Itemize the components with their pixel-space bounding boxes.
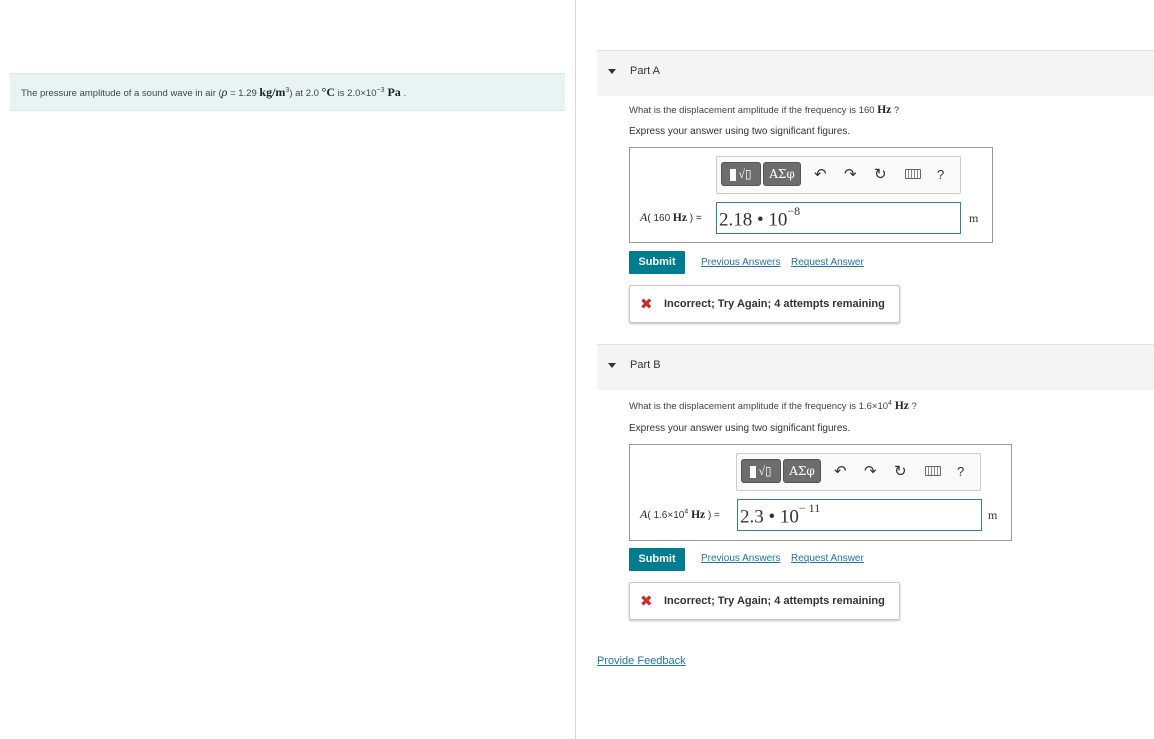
variable-unit: Hz (672, 212, 687, 224)
variable-equals: ) = (686, 213, 702, 224)
part-a-title: Part A (630, 65, 660, 77)
templates-button[interactable]: √▯ (721, 162, 761, 186)
caret-down-icon[interactable] (608, 363, 616, 368)
part-b-answer-box: √▯ ΑΣφ ↶ ↷ ↻ ? A( 1.6×104 Hz ) = 2.3 • 1… (629, 444, 1012, 541)
part-b-unit: m (988, 508, 998, 522)
part-b-previous-answers-link[interactable]: Previous Answers (701, 553, 780, 564)
provide-feedback-link[interactable]: Provide Feedback (597, 655, 686, 667)
keyboard-icon[interactable] (905, 169, 921, 179)
reset-icon[interactable]: ↻ (894, 463, 907, 481)
temperature-unit: °C (321, 85, 336, 99)
part-b-request-answer-link[interactable]: Request Answer (791, 553, 864, 564)
caret-down-icon[interactable] (608, 69, 616, 74)
question-unit: Hz (891, 400, 909, 413)
problem-statement: The pressure amplitude of a sound wave i… (10, 73, 565, 111)
part-a-instruction: Express your answer using two significan… (629, 126, 851, 137)
part-a-previous-answers-link[interactable]: Previous Answers (701, 257, 780, 268)
reset-icon[interactable]: ↻ (874, 166, 887, 184)
feedback-message: Incorrect; Try Again; 4 attempts remaini… (664, 298, 885, 310)
density-value: = 1.29 (227, 88, 260, 99)
part-b-submit-button[interactable]: Submit (629, 548, 685, 571)
answer-exponent: −8 (787, 204, 801, 218)
pressure-unit: Pa (384, 85, 401, 99)
answer-exponent: − 11 (798, 501, 821, 515)
density-unit: kg/m (259, 85, 286, 99)
incorrect-icon: ✖ (640, 296, 653, 313)
keyboard-icon[interactable] (925, 466, 941, 476)
part-b-instruction: Express your answer using two significan… (629, 423, 851, 434)
part-b-answer-input[interactable]: 2.3 • 10− 11 (737, 499, 982, 531)
part-a-request-answer-link[interactable]: Request Answer (791, 257, 864, 268)
greek-symbols-button[interactable]: ΑΣφ (783, 459, 821, 483)
part-b-feedback: ✖ Incorrect; Try Again; 4 attempts remai… (629, 582, 900, 620)
greek-symbols-button[interactable]: ΑΣφ (763, 162, 801, 186)
question-end: ? (891, 105, 900, 116)
part-a-question: What is the displacement amplitude if th… (629, 104, 899, 116)
answer-mantissa: 2.18 • 10 (719, 209, 788, 231)
problem-text-mid: ) at 2.0 (289, 88, 322, 99)
part-a-header[interactable]: Part A (597, 50, 1154, 96)
incorrect-icon: ✖ (640, 593, 653, 610)
variable-arg: ( 1.6×10 (647, 510, 685, 521)
redo-icon[interactable]: ↷ (864, 463, 877, 481)
part-a-answer-input[interactable]: 2.18 • 10−8 (716, 202, 961, 234)
help-button[interactable]: ? (937, 167, 944, 182)
variable-arg: ( 160 (647, 213, 673, 224)
answer-mantissa: 2.3 • 10 (740, 506, 799, 528)
math-toolbar: √▯ ΑΣφ ↶ ↷ ↻ ? (716, 156, 961, 194)
variable-equals: ) = (705, 510, 720, 521)
part-a-unit: m (969, 211, 979, 225)
part-a-answer-box: √▯ ΑΣφ ↶ ↷ ↻ ? A( 160 Hz ) = 2.18 • 10−8… (629, 147, 993, 243)
part-a-submit-button[interactable]: Submit (629, 251, 685, 274)
column-divider (575, 0, 576, 739)
problem-text-start: The pressure amplitude of a sound wave i… (21, 88, 222, 99)
feedback-message: Incorrect; Try Again; 4 attempts remaini… (664, 595, 885, 607)
part-b-header[interactable]: Part B (597, 344, 1154, 390)
help-button[interactable]: ? (957, 464, 964, 479)
amplitude-value: is 2.0×10 (335, 88, 377, 99)
variable-unit: Hz (688, 509, 706, 521)
part-b-variable-label: A( 1.6×104 Hz ) = (640, 507, 720, 522)
question-text: What is the displacement amplitude if th… (629, 105, 878, 116)
problem-text-end: . (400, 88, 407, 99)
question-end: ? (908, 401, 917, 413)
question-text: What is the displacement amplitude if th… (629, 401, 889, 413)
part-a-feedback: ✖ Incorrect; Try Again; 4 attempts remai… (629, 285, 900, 323)
undo-icon[interactable]: ↶ (814, 166, 827, 184)
part-b-title: Part B (630, 359, 661, 371)
part-a-variable-label: A( 160 Hz ) = (640, 210, 702, 225)
redo-icon[interactable]: ↷ (844, 166, 857, 184)
templates-button[interactable]: √▯ (741, 459, 781, 483)
question-unit: Hz (877, 104, 892, 116)
math-toolbar: √▯ ΑΣφ ↶ ↷ ↻ ? (736, 453, 981, 491)
undo-icon[interactable]: ↶ (834, 463, 847, 481)
part-b-question: What is the displacement amplitude if th… (629, 400, 917, 412)
